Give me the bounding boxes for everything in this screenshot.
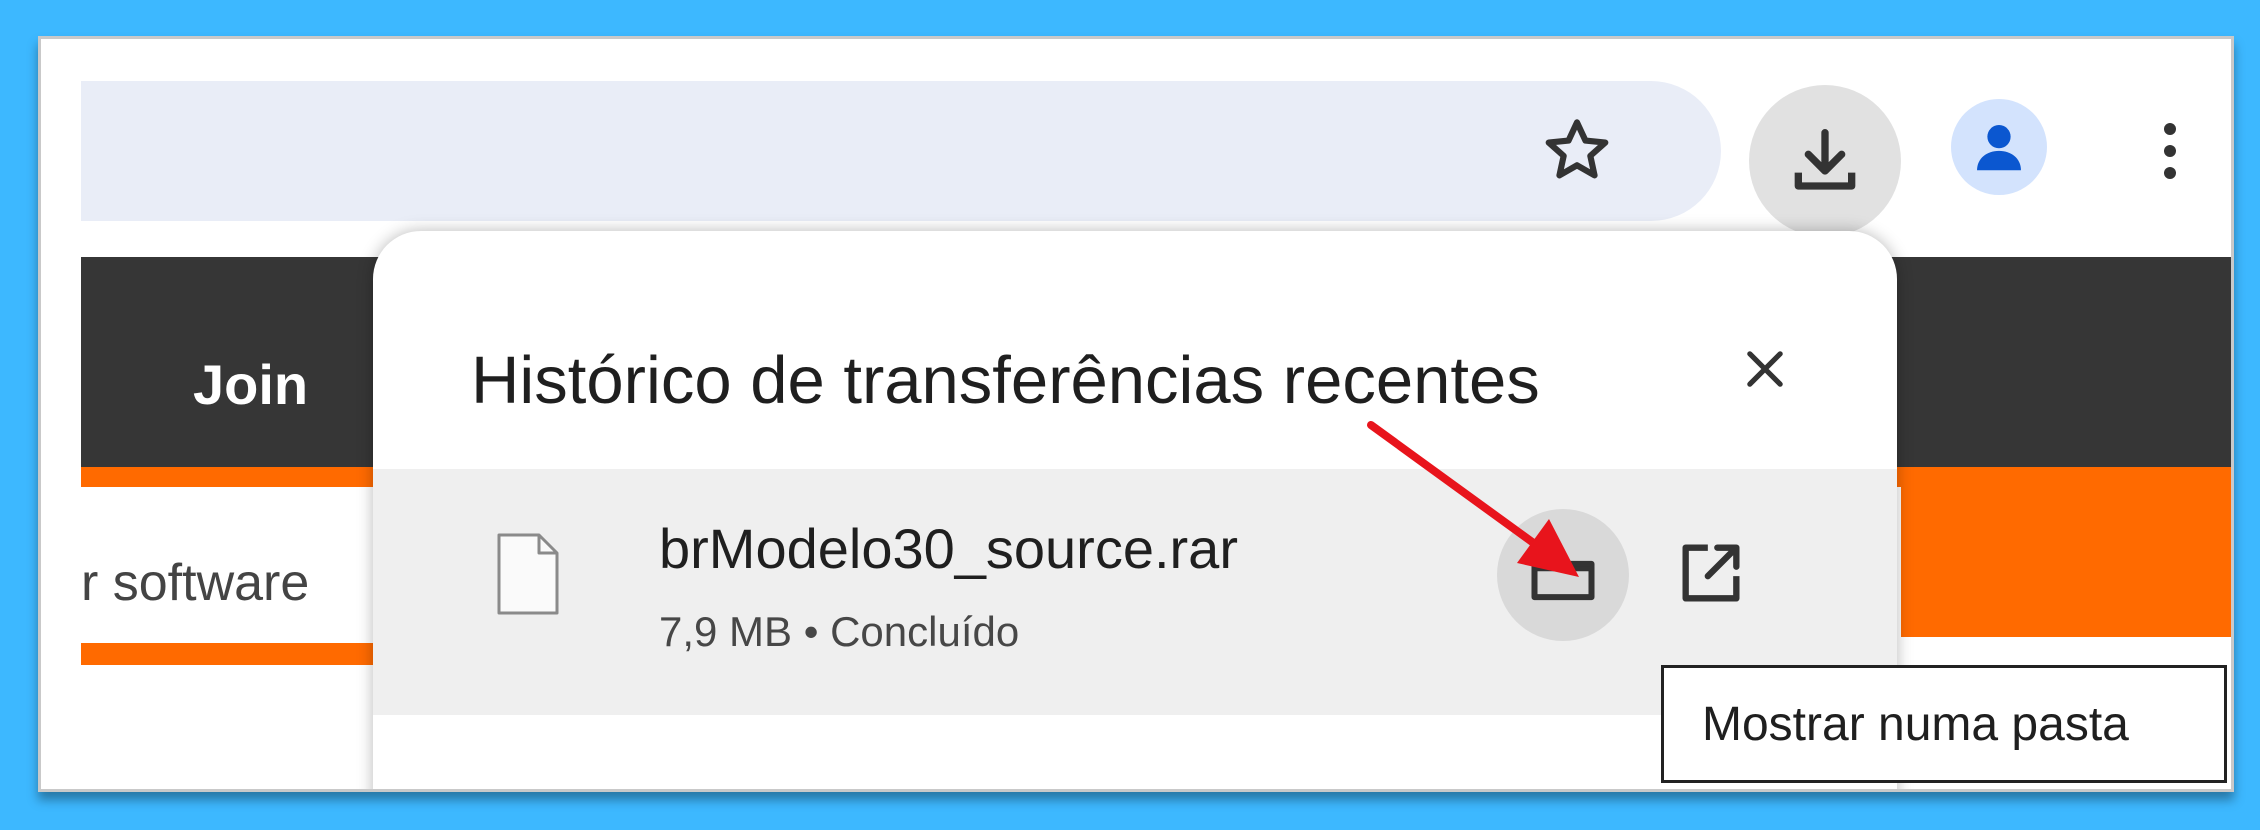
show-in-folder-button[interactable]	[1497, 509, 1629, 641]
more-vert-icon[interactable]	[2145, 105, 2195, 197]
account-circle-icon	[1977, 125, 2021, 171]
orange-banner	[1901, 487, 2231, 637]
open-external-icon	[1682, 544, 1740, 602]
open-file-button[interactable]	[1659, 521, 1763, 625]
downloads-button[interactable]	[1749, 85, 1901, 237]
download-icon	[1794, 129, 1856, 190]
download-filename[interactable]: brModelo30_source.rar	[659, 521, 1238, 577]
menu-dot	[2164, 145, 2176, 157]
close-button[interactable]	[1723, 327, 1807, 411]
menu-dot	[2164, 123, 2176, 135]
profile-button[interactable]	[1951, 99, 2047, 195]
popup-title: Histórico de transferências recentes	[471, 343, 1540, 418]
bookmark-star-icon[interactable]	[1531, 105, 1623, 197]
browser-window: Join r software Histórico de transferênc…	[38, 36, 2234, 792]
page-snippet-text: r software	[81, 554, 310, 612]
tooltip: Mostrar numa pasta	[1661, 665, 2227, 783]
tooltip-text: Mostrar numa pasta	[1702, 697, 2129, 751]
close-icon	[1747, 351, 1783, 387]
star-icon	[1545, 119, 1609, 179]
menu-dot	[2164, 167, 2176, 179]
folder-icon	[1531, 554, 1595, 601]
nav-join-link[interactable]: Join	[193, 357, 308, 413]
download-status: 7,9 MB • Concluído	[659, 608, 1020, 655]
address-bar[interactable]	[81, 81, 1721, 221]
file-icon	[495, 531, 561, 622]
